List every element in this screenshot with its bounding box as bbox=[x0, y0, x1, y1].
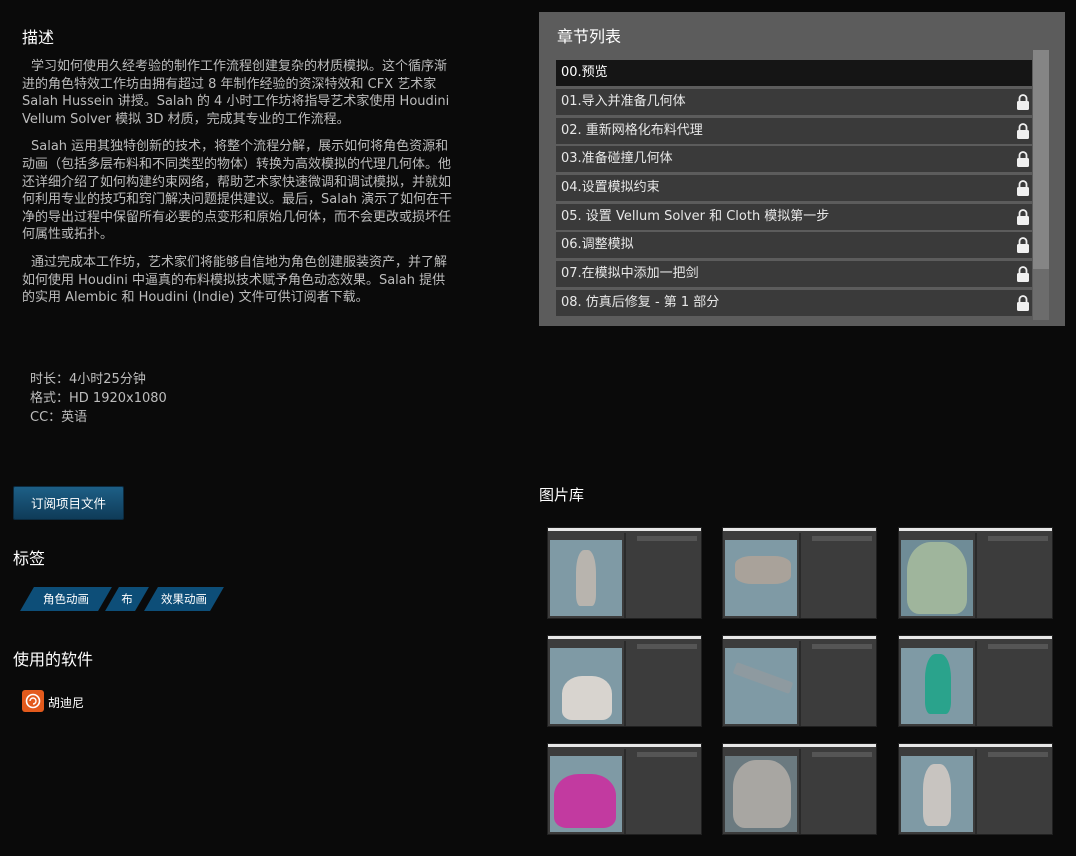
chapter-label: 05. 设置 Vellum Solver 和 Cloth 模拟第一步 bbox=[561, 209, 830, 224]
tag-label: 效果动画 bbox=[161, 592, 207, 606]
subscribe-project-files-button[interactable]: 订阅项目文件 bbox=[13, 486, 124, 520]
chapter-item-07[interactable]: 07.在模拟中添加一把剑 bbox=[556, 261, 1032, 287]
gallery-thumbnail[interactable] bbox=[723, 636, 876, 726]
gallery-thumbnail[interactable] bbox=[899, 636, 1052, 726]
gallery-thumbnail[interactable] bbox=[723, 744, 876, 834]
description-heading: 描述 bbox=[22, 28, 55, 47]
gallery-thumbnail[interactable] bbox=[899, 528, 1052, 618]
chapter-label: 03.准备碰撞几何体 bbox=[561, 151, 673, 166]
chapter-item-05[interactable]: 05. 设置 Vellum Solver 和 Cloth 模拟第一步 bbox=[556, 204, 1032, 230]
houdini-icon[interactable] bbox=[22, 690, 44, 712]
gallery-heading: 图片库 bbox=[539, 486, 585, 504]
chapter-item-01[interactable]: 01.导入并准备几何体 bbox=[556, 89, 1032, 115]
chapter-item-08[interactable]: 08. 仿真后修复 - 第 1 部分 bbox=[556, 290, 1032, 316]
gallery-thumbnail[interactable] bbox=[723, 528, 876, 618]
chapter-label: 07.在模拟中添加一把剑 bbox=[561, 266, 699, 281]
chapter-item-03[interactable]: 03.准备碰撞几何体 bbox=[556, 146, 1032, 172]
tag-label: 布 bbox=[121, 592, 133, 606]
chapter-list-panel: 章节列表 00.预览 01.导入并准备几何体 02. 重新网格化布料代理 03.… bbox=[539, 12, 1065, 326]
gallery-thumbnail[interactable] bbox=[548, 528, 701, 618]
description-paragraph: Salah 运用其独特创新的技术，将整个流程分解，展示如何将角色资源和动画（包括… bbox=[22, 139, 453, 243]
lock-icon bbox=[1017, 180, 1029, 196]
duration-text: 时长：4小时25分钟 bbox=[30, 372, 146, 387]
gallery-thumbnail[interactable] bbox=[899, 744, 1052, 834]
chapter-label: 02. 重新网格化布料代理 bbox=[561, 123, 703, 138]
chapter-item-00[interactable]: 00.预览 bbox=[556, 60, 1032, 86]
tag-character-animation[interactable]: 角色动画 bbox=[27, 587, 105, 611]
tag-label: 角色动画 bbox=[43, 592, 89, 606]
chapter-list: 00.预览 01.导入并准备几何体 02. 重新网格化布料代理 03.准备碰撞几… bbox=[556, 58, 1032, 320]
software-name[interactable]: 胡迪尼 bbox=[48, 694, 84, 711]
chapter-item-06[interactable]: 06.调整模拟 bbox=[556, 232, 1032, 258]
description-text: 学习如何使用久经考验的制作工作流程创建复杂的材质模拟。这个循序渐进的角色特效工作… bbox=[22, 58, 454, 317]
lock-icon bbox=[1017, 123, 1029, 139]
lock-icon bbox=[1017, 266, 1029, 282]
description-paragraph: 学习如何使用久经考验的制作工作流程创建复杂的材质模拟。这个循序渐进的角色特效工作… bbox=[22, 59, 450, 127]
chapter-label: 04.设置模拟约束 bbox=[561, 180, 660, 195]
gallery-thumbnail[interactable] bbox=[548, 636, 701, 726]
description-paragraph: 通过完成本工作坊，艺术家们将能够自信地为角色创建服装资产，并了解如何使用 Hou… bbox=[22, 254, 448, 306]
chapter-scrollbar[interactable] bbox=[1033, 50, 1049, 320]
chapter-scrollbar-thumb[interactable] bbox=[1033, 50, 1049, 269]
cc-text: CC：英语 bbox=[30, 410, 88, 425]
chapter-item-04[interactable]: 04.设置模拟约束 bbox=[556, 175, 1032, 201]
lock-icon bbox=[1017, 151, 1029, 167]
lock-icon bbox=[1017, 94, 1029, 110]
chapter-label: 01.导入并准备几何体 bbox=[561, 94, 686, 109]
software-heading: 使用的软件 bbox=[13, 650, 94, 669]
chapter-item-02[interactable]: 02. 重新网格化布料代理 bbox=[556, 118, 1032, 144]
chapter-label: 08. 仿真后修复 - 第 1 部分 bbox=[561, 295, 720, 310]
lock-icon bbox=[1017, 237, 1029, 253]
gallery-thumbnail[interactable] bbox=[548, 744, 701, 834]
tags-heading: 标签 bbox=[13, 549, 46, 568]
lock-icon bbox=[1017, 209, 1029, 225]
tag-cloth[interactable]: 布 bbox=[112, 587, 142, 611]
course-meta: 时长：4小时25分钟 格式：HD 1920x1080 CC：英语 bbox=[30, 370, 167, 427]
chapter-label: 06.调整模拟 bbox=[561, 237, 634, 252]
lock-icon bbox=[1017, 295, 1029, 311]
chapter-list-heading: 章节列表 bbox=[557, 27, 622, 46]
chapter-label: 00.预览 bbox=[561, 65, 608, 80]
tag-effects-animation[interactable]: 效果动画 bbox=[151, 587, 217, 611]
format-text: 格式：HD 1920x1080 bbox=[30, 391, 167, 406]
